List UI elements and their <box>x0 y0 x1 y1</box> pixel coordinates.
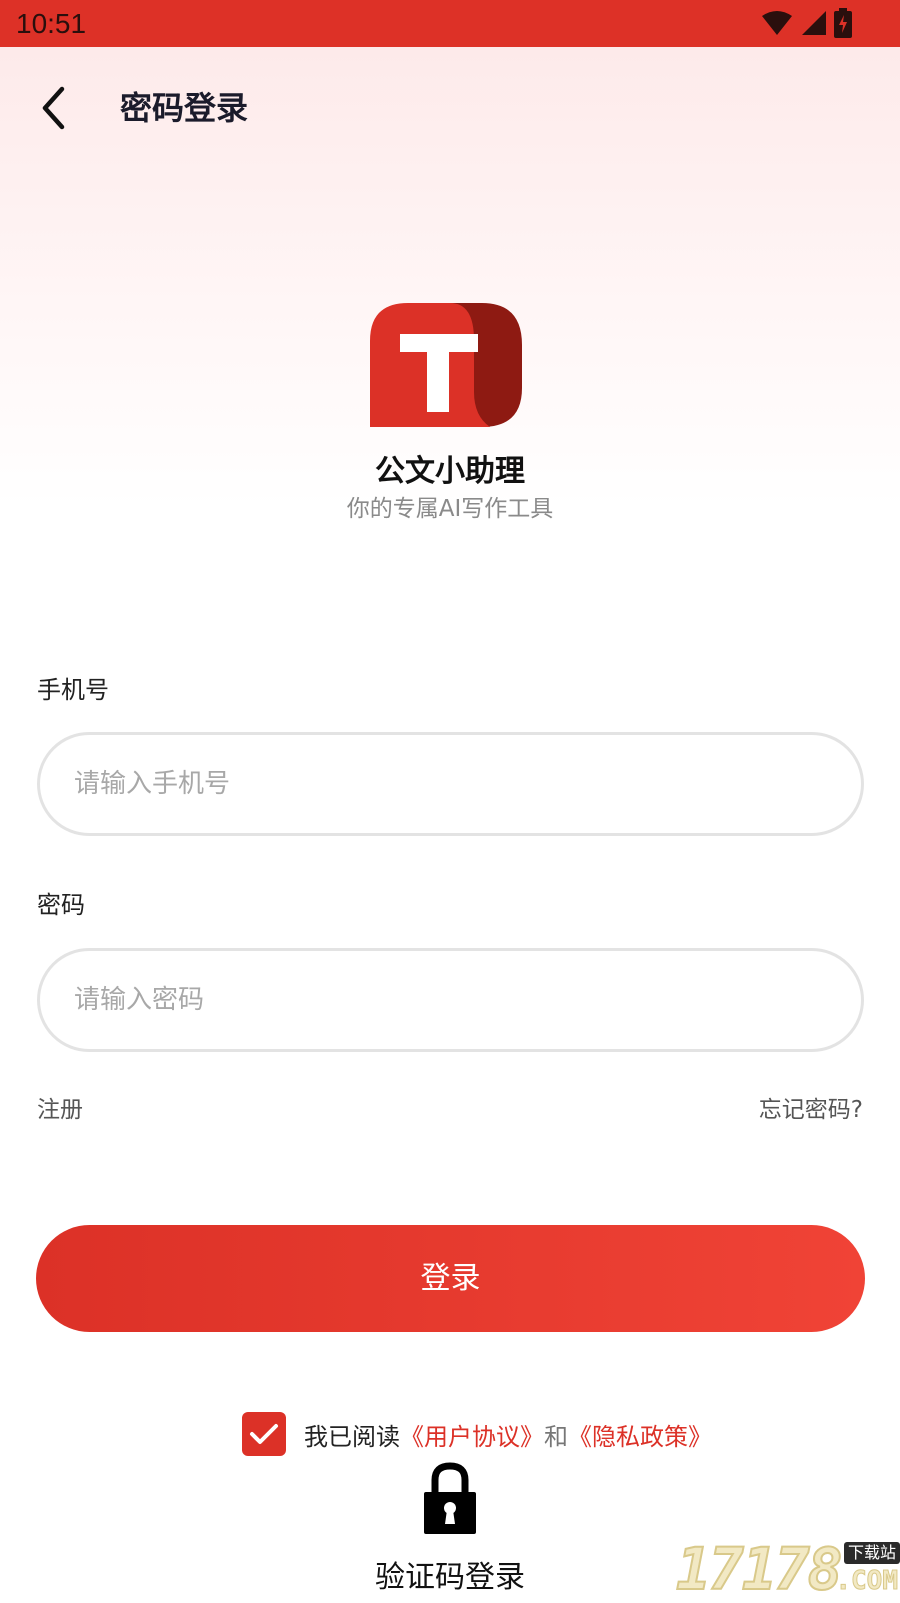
forgot-password-link[interactable]: 忘记密码? <box>759 1094 863 1126</box>
app-logo-t-icon <box>370 303 522 427</box>
status-bar: 10:51 <box>0 0 900 47</box>
user-agreement-link[interactable]: 《用户协议》 <box>400 1417 544 1452</box>
watermark-com: .COM <box>835 1566 899 1597</box>
lock-icon <box>424 1462 476 1534</box>
login-button[interactable]: 登录 <box>36 1225 865 1332</box>
status-icons <box>762 8 852 38</box>
register-link[interactable]: 注册 <box>37 1094 83 1126</box>
sms-login-lock[interactable] <box>423 1462 477 1536</box>
agreement-and: 和 <box>544 1422 568 1451</box>
agreement-row: 我已阅读 《用户协议》 和 《隐私政策》 <box>242 1412 712 1456</box>
back-button[interactable] <box>30 80 78 136</box>
phone-input[interactable] <box>37 732 864 836</box>
phone-label: 手机号 <box>37 676 109 704</box>
status-time: 10:51 <box>16 8 87 39</box>
agreement-prefix: 我已阅读 <box>304 1422 400 1451</box>
password-label: 密码 <box>37 891 85 919</box>
app-logo <box>370 300 530 430</box>
wifi-icon <box>762 11 792 35</box>
password-input[interactable] <box>37 948 864 1052</box>
page-title: 密码登录 <box>120 89 249 127</box>
site-watermark: 17178 下载站 .COM <box>675 1535 900 1603</box>
chevron-left-icon <box>42 86 65 130</box>
agreement-checkbox[interactable] <box>242 1412 286 1456</box>
privacy-policy-link[interactable]: 《隐私政策》 <box>568 1417 712 1452</box>
watermark-tag: 下载站 <box>843 1542 900 1564</box>
app-name: 公文小助理 <box>375 454 525 489</box>
app-tagline: 你的专属AI写作工具 <box>346 496 554 522</box>
battery-charging-icon <box>834 8 852 38</box>
signal-icon <box>802 11 826 35</box>
watermark-digits: 17178 <box>675 1535 844 1603</box>
checkmark-icon <box>250 1424 278 1444</box>
